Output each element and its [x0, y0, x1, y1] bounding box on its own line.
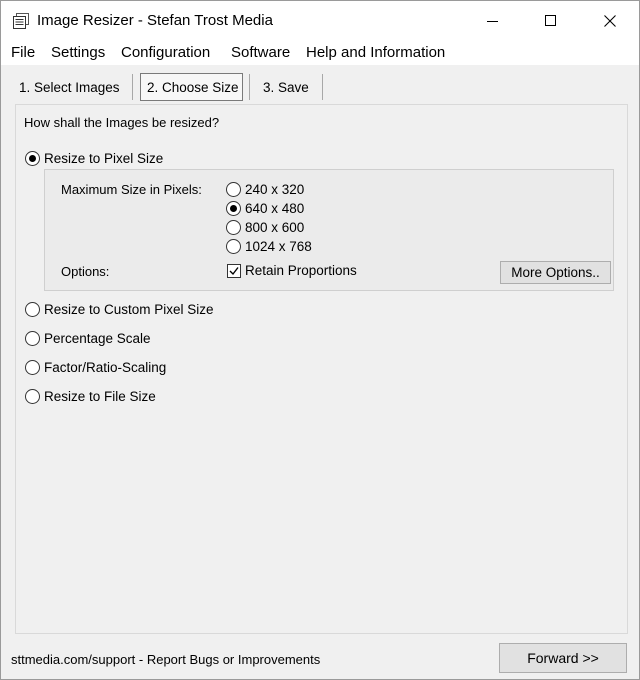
radio-button[interactable]	[25, 331, 40, 346]
max-size-label: Maximum Size in Pixels:	[61, 182, 202, 197]
tab-separator	[132, 74, 133, 100]
close-button[interactable]	[581, 1, 639, 41]
menu-file[interactable]: File	[11, 44, 35, 61]
radio-label: Factor/Ratio-Scaling	[44, 360, 167, 375]
minimize-button[interactable]	[464, 1, 522, 41]
radio-button-checked[interactable]	[226, 201, 241, 216]
tab-choose-size[interactable]: 2. Choose Size	[140, 73, 243, 101]
radio-label: Resize to Custom Pixel Size	[44, 302, 214, 317]
menu-bar: File Settings Configuration Software Hel…	[1, 41, 639, 65]
radio-label: Resize to File Size	[44, 389, 156, 404]
radio-custom-pixel-size[interactable]: Resize to Custom Pixel Size	[25, 302, 214, 317]
radio-size-640x480[interactable]: 640 x 480	[226, 201, 304, 216]
more-options-button[interactable]: More Options..	[500, 261, 611, 284]
radio-label: 240 x 320	[245, 182, 305, 197]
radio-file-size[interactable]: Resize to File Size	[25, 389, 156, 404]
radio-button[interactable]	[226, 239, 241, 254]
radio-label: 800 x 600	[245, 220, 305, 235]
maximize-icon	[545, 15, 556, 26]
menu-software[interactable]: Software	[231, 44, 290, 61]
checkbox-checked[interactable]	[227, 263, 241, 278]
radio-size-1024x768[interactable]: 1024 x 768	[226, 239, 312, 254]
close-icon	[604, 15, 616, 27]
title-bar[interactable]: Image Resizer - Stefan Trost Media	[1, 1, 639, 41]
forward-button[interactable]: Forward >>	[499, 643, 627, 673]
radio-label: 1024 x 768	[245, 239, 312, 254]
app-icon	[13, 13, 29, 29]
tab-bar: 1. Select Images 2. Choose Size 3. Save	[1, 65, 639, 103]
radio-button[interactable]	[226, 182, 241, 197]
radio-button-checked[interactable]	[25, 151, 40, 166]
options-label: Options:	[61, 264, 110, 279]
checkmark-icon	[229, 266, 239, 275]
checkbox-label: Retain Proportions	[245, 263, 357, 278]
app-window: Image Resizer - Stefan Trost Media File …	[0, 0, 640, 680]
tab-separator	[249, 74, 250, 100]
maximize-button[interactable]	[522, 1, 580, 41]
menu-help[interactable]: Help and Information	[306, 44, 445, 61]
retain-proportions-checkbox[interactable]: Retain Proportions	[227, 263, 357, 278]
support-link[interactable]: sttmedia.com/support - Report Bugs or Im…	[11, 652, 320, 667]
pixel-size-group: Maximum Size in Pixels: 240 x 320 640 x …	[44, 169, 614, 291]
tab-separator	[322, 74, 323, 100]
minimize-icon	[487, 21, 498, 22]
tab-select-images[interactable]: 1. Select Images	[13, 74, 126, 100]
window-title: Image Resizer - Stefan Trost Media	[37, 12, 273, 29]
radio-percentage-scale[interactable]: Percentage Scale	[25, 331, 151, 346]
radio-button[interactable]	[25, 302, 40, 317]
radio-button[interactable]	[226, 220, 241, 235]
menu-configuration[interactable]: Configuration	[121, 44, 210, 61]
resize-question: How shall the Images be resized?	[24, 115, 220, 130]
radio-size-800x600[interactable]: 800 x 600	[226, 220, 304, 235]
radio-button[interactable]	[25, 389, 40, 404]
radio-size-240x320[interactable]: 240 x 320	[226, 182, 304, 197]
radio-label: Resize to Pixel Size	[44, 151, 164, 166]
tab-save[interactable]: 3. Save	[257, 74, 315, 100]
radio-label: 640 x 480	[245, 201, 305, 216]
radio-factor-ratio-scaling[interactable]: Factor/Ratio-Scaling	[25, 360, 166, 375]
resize-options-panel: How shall the Images be resized? Resize …	[15, 104, 628, 634]
radio-pixel-size[interactable]: Resize to Pixel Size	[25, 151, 163, 166]
menu-settings[interactable]: Settings	[51, 44, 105, 61]
radio-label: Percentage Scale	[44, 331, 151, 346]
radio-button[interactable]	[25, 360, 40, 375]
